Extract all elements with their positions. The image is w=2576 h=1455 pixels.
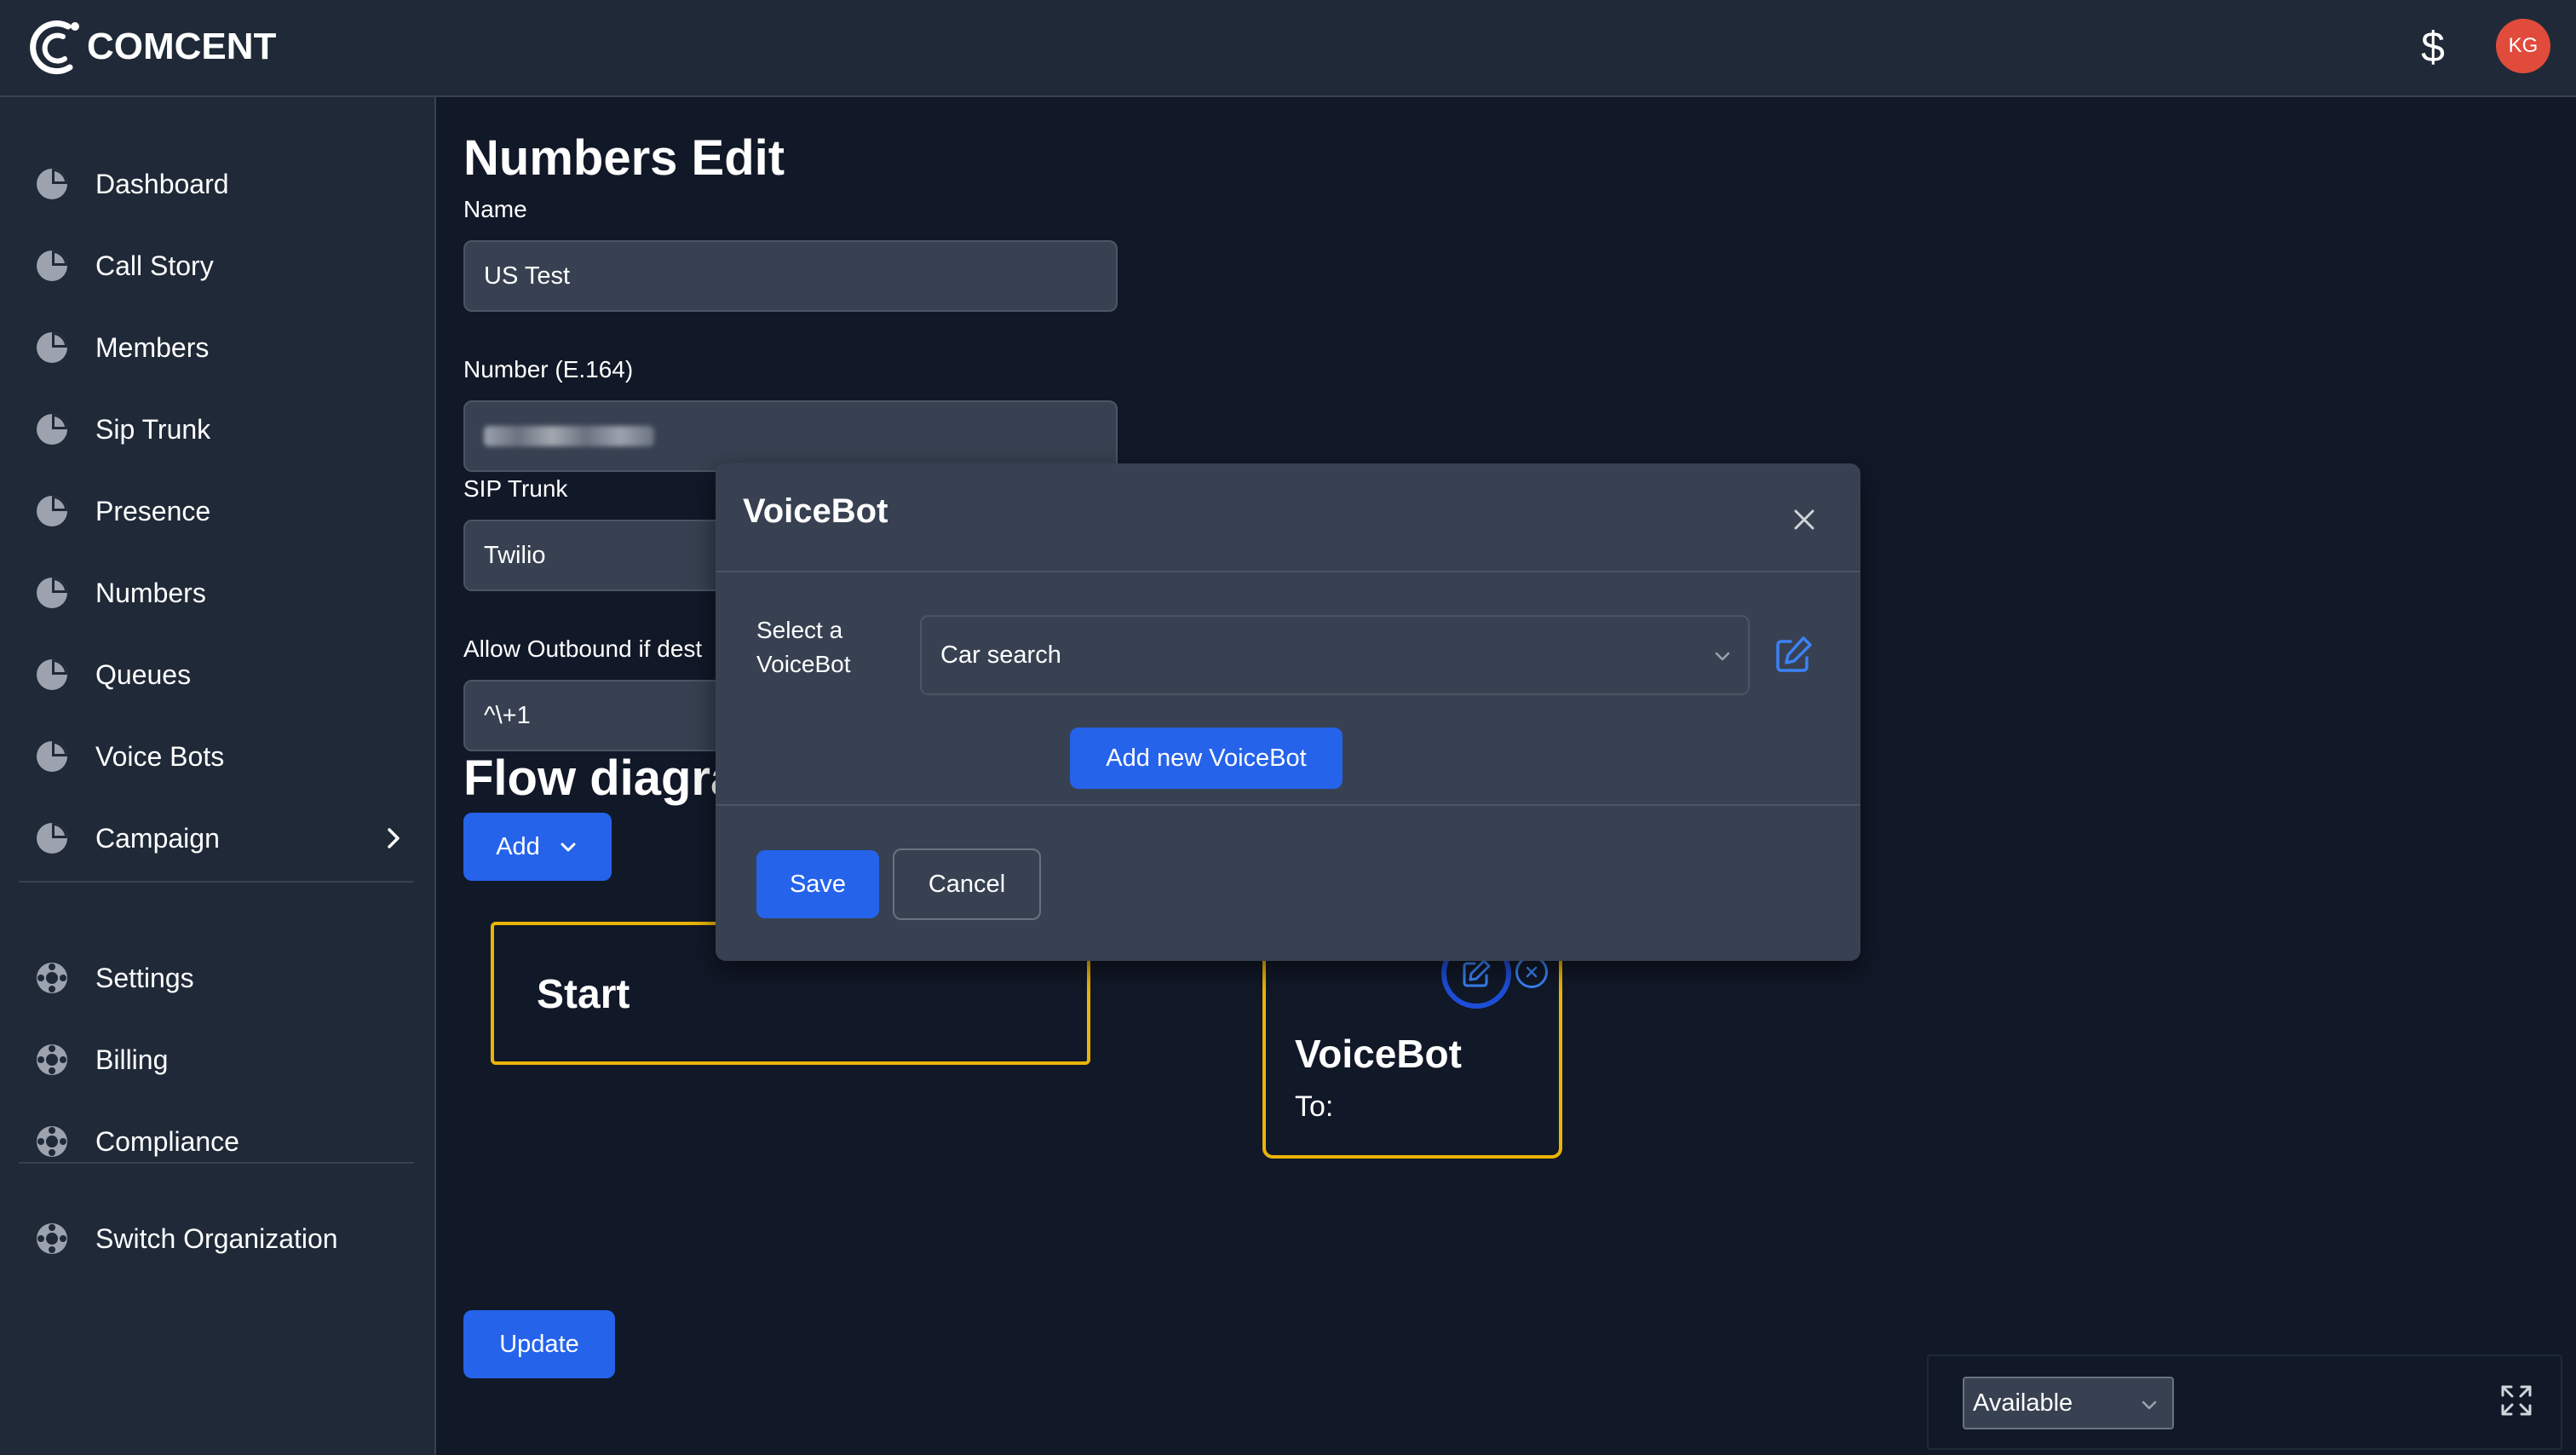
select-voicebot-label: Select a VoiceBot (756, 617, 851, 677)
sidebar-item-label: Queues (95, 658, 192, 690)
voicebot-node-to: To: (1295, 1090, 1334, 1123)
status-select-value: Available (1973, 1389, 2073, 1417)
sidebar-divider (19, 881, 414, 883)
outbound-label: Allow Outbound if dest (463, 635, 703, 662)
sidebar-item-dashboard[interactable]: Dashboard (34, 158, 409, 210)
close-icon[interactable] (1787, 503, 1821, 537)
lifebuoy-icon (37, 1044, 67, 1075)
chevron-down-icon (561, 843, 576, 852)
sidebar-item-label: Settings (95, 962, 194, 993)
sidebar-item-label: Voice Bots (95, 740, 225, 772)
sidebar-item-presence[interactable]: Presence (34, 486, 409, 537)
name-input[interactable]: US Test (463, 240, 1118, 312)
cancel-button[interactable]: Cancel (893, 848, 1041, 920)
redacted-number (484, 426, 654, 446)
brand-logo[interactable]: COMCENT (26, 15, 276, 78)
pie-chart-icon (37, 332, 67, 363)
page-title: Numbers Edit (463, 130, 785, 186)
edit-icon (1463, 959, 1491, 987)
add-node-button[interactable]: Add (463, 813, 612, 881)
sidebar-item-voice-bots[interactable]: Voice Bots (34, 731, 409, 782)
chevron-right-icon[interactable] (378, 823, 409, 854)
sidebar-item-switch-organization[interactable]: Switch Organization (34, 1213, 409, 1264)
add-new-voicebot-button[interactable]: Add new VoiceBot (1070, 728, 1343, 789)
expand-icon[interactable] (2498, 1382, 2535, 1419)
lifebuoy-icon (37, 1223, 67, 1254)
sidebar-item-label: Call Story (95, 250, 214, 281)
pie-chart-icon (37, 823, 67, 854)
sidebar-item-label: Members (95, 331, 210, 363)
flow-diagram-title: Flow diagra (463, 751, 739, 806)
sidebar-item-label: Billing (95, 1044, 169, 1075)
modal-divider (716, 571, 1860, 572)
edit-icon[interactable] (1772, 634, 1814, 676)
pie-chart-icon (37, 741, 67, 772)
pie-chart-icon (37, 250, 67, 281)
update-button[interactable]: Update (463, 1310, 615, 1378)
close-icon (1526, 966, 1538, 978)
billing-dollar-icon[interactable]: $ (2416, 17, 2450, 77)
sidebar-item-sip-trunk[interactable]: Sip Trunk (34, 404, 409, 455)
modal-title: VoiceBot (743, 492, 888, 530)
sidebar: Dashboard Call Story Members Sip Trunk P… (0, 97, 436, 1455)
sidebar-item-campaign[interactable]: Campaign (34, 813, 409, 864)
sidebar-item-members[interactable]: Members (34, 322, 409, 373)
name-label: Name (463, 196, 527, 222)
chevron-down-icon (2142, 1400, 2157, 1410)
lifebuoy-icon (37, 1126, 67, 1157)
status-select[interactable]: Available (1963, 1377, 2174, 1429)
sidebar-item-call-story[interactable]: Call Story (34, 240, 409, 291)
sidebar-item-settings[interactable]: Settings (34, 952, 409, 1004)
save-button[interactable]: Save (756, 850, 879, 918)
sidebar-item-label: Dashboard (95, 168, 229, 199)
modal-divider (716, 804, 1860, 806)
sidebar-item-label: Compliance (95, 1125, 239, 1157)
add-node-label: Add (496, 832, 540, 860)
sidebar-item-queues[interactable]: Queues (34, 649, 409, 700)
voicebot-select-value: Car search (940, 641, 1061, 669)
voicebot-modal: VoiceBot Select a VoiceBot Car search (716, 463, 1860, 961)
top-header: COMCENT $ KG (0, 0, 2576, 97)
sidebar-item-numbers[interactable]: Numbers (34, 567, 409, 618)
pie-chart-icon (37, 414, 67, 445)
brand-name: COMCENT (87, 26, 277, 67)
sip-trunk-label: SIP Trunk (463, 475, 568, 502)
pie-chart-icon (37, 578, 67, 608)
sidebar-divider (19, 1162, 414, 1164)
agent-status-widget: Available (1927, 1354, 2562, 1450)
voicebot-select[interactable]: Car search (920, 615, 1750, 695)
user-avatar[interactable]: KG (2496, 19, 2550, 73)
sidebar-item-billing[interactable]: Billing (34, 1034, 409, 1085)
start-node-label: Start (537, 972, 630, 1017)
comcent-logo-icon (30, 20, 79, 75)
number-label: Number (E.164) (463, 356, 634, 382)
sidebar-item-compliance[interactable]: Compliance (34, 1116, 409, 1167)
pie-chart-icon (37, 659, 67, 690)
lifebuoy-icon (37, 963, 67, 993)
sidebar-item-label: Presence (95, 495, 211, 526)
sidebar-item-label: Numbers (95, 577, 206, 608)
chevron-down-icon (1715, 652, 1730, 661)
pie-chart-icon (37, 169, 67, 199)
sidebar-item-label: Switch Organization (95, 1222, 338, 1254)
number-input[interactable] (463, 400, 1118, 472)
sidebar-item-label: Campaign (95, 822, 220, 854)
pie-chart-icon (37, 496, 67, 526)
voicebot-node-title: VoiceBot (1295, 1032, 1462, 1076)
sidebar-item-label: Sip Trunk (95, 413, 211, 445)
